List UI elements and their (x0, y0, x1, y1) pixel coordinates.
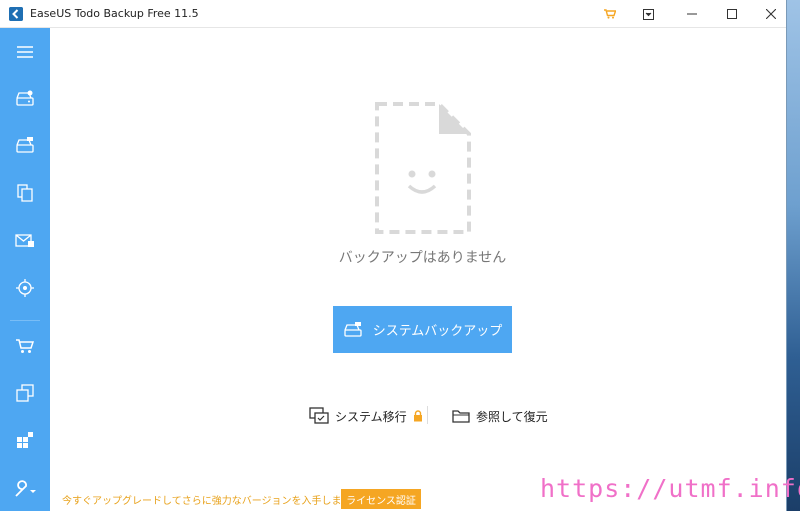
hamburger-icon[interactable] (0, 32, 50, 72)
store-cart-icon[interactable] (0, 326, 50, 366)
app-window: EaseUS Todo Backup Free 11.5 バックアップはありませ… (0, 0, 787, 511)
browse-restore-label: 参照して復元 (476, 409, 548, 424)
empty-state-message: バックアップはありません (338, 250, 507, 266)
maximize-button[interactable] (714, 0, 750, 28)
dropdown-menu-icon[interactable] (630, 0, 666, 28)
clone-icon[interactable] (0, 373, 50, 413)
wrench-icon[interactable] (0, 469, 50, 509)
main-panel: バックアップはありません システムバックアップ システム移行 参照して復元 今す… (50, 28, 786, 511)
browse-restore-link[interactable]: 参照して復元 (452, 406, 548, 426)
system-backup-button[interactable]: システムバックアップ (333, 306, 512, 353)
empty-document-icon (375, 102, 471, 234)
disk-backup-icon[interactable] (0, 79, 50, 119)
desktop-background (786, 0, 800, 511)
sidebar (0, 28, 50, 511)
system-transfer-link[interactable]: システム移行 (309, 406, 423, 426)
system-transfer-label: システム移行 (335, 409, 407, 424)
close-button[interactable] (753, 0, 786, 28)
minimize-button[interactable] (674, 0, 710, 28)
system-backup-icon[interactable] (0, 126, 50, 166)
lock-icon (413, 410, 422, 422)
file-backup-icon[interactable] (0, 173, 50, 213)
mail-backup-icon[interactable] (0, 220, 50, 260)
system-backup-icon (344, 321, 362, 337)
license-activation-button[interactable]: ライセンス認証 (341, 489, 421, 509)
target-icon[interactable] (0, 268, 50, 308)
upgrade-message: 今すぐアップグレードしてさらに強力なバージョンを入手しましょう。 (62, 496, 381, 507)
cart-icon[interactable] (592, 0, 628, 28)
link-divider (427, 406, 428, 424)
title-bar: EaseUS Todo Backup Free 11.5 (0, 0, 786, 28)
system-backup-label: システムバックアップ (372, 324, 503, 339)
folder-icon (452, 410, 470, 423)
windows-icon[interactable] (0, 420, 50, 460)
app-logo-icon (9, 7, 23, 21)
window-title: EaseUS Todo Backup Free 11.5 (30, 7, 199, 20)
watermark-text: https://utmf.info/ (540, 474, 800, 503)
sidebar-divider (10, 320, 40, 321)
monitor-transfer-icon (309, 407, 329, 424)
